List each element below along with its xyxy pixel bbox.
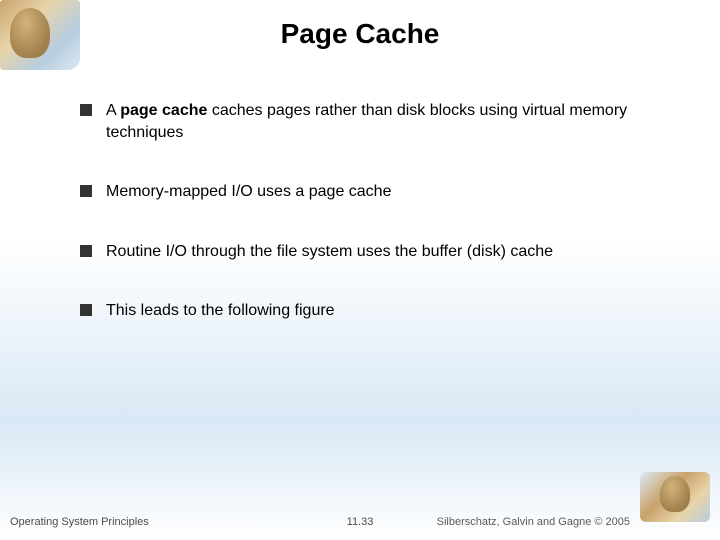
slide-title: Page Cache <box>0 18 720 50</box>
bullet-text: Routine I/O through the file system uses… <box>106 241 660 263</box>
bullet-marker-icon <box>80 104 92 116</box>
bullet-item: This leads to the following figure <box>80 300 660 322</box>
bullet-text: A page cache caches pages rather than di… <box>106 100 660 143</box>
bullet-marker-icon <box>80 185 92 197</box>
bullet-text: Memory-mapped I/O uses a page cache <box>106 181 660 203</box>
bullet-marker-icon <box>80 304 92 316</box>
bullet-item: Routine I/O through the file system uses… <box>80 241 660 263</box>
slide-content: A page cache caches pages rather than di… <box>80 100 660 360</box>
footer-left-text: Operating System Principles <box>10 516 149 528</box>
dinosaur-icon <box>660 476 690 512</box>
bullet-rest: This leads to the following figure <box>106 302 335 319</box>
bullet-item: Memory-mapped I/O uses a page cache <box>80 181 660 203</box>
bullet-rest: Routine I/O through the file system uses… <box>106 243 553 260</box>
slide-footer: Operating System Principles 11.33 Silber… <box>0 508 720 528</box>
bullet-text: This leads to the following figure <box>106 300 660 322</box>
bullet-marker-icon <box>80 245 92 257</box>
footer-copyright: Silberschatz, Galvin and Gagne © 2005 <box>437 516 630 528</box>
slide: Page Cache A page cache caches pages rat… <box>0 0 720 540</box>
footer-slide-number: 11.33 <box>347 516 374 528</box>
bullet-prefix: A <box>106 102 120 119</box>
bullet-bold: page cache <box>120 102 207 119</box>
bullet-item: A page cache caches pages rather than di… <box>80 100 660 143</box>
bullet-rest: Memory-mapped I/O uses a page cache <box>106 183 391 200</box>
